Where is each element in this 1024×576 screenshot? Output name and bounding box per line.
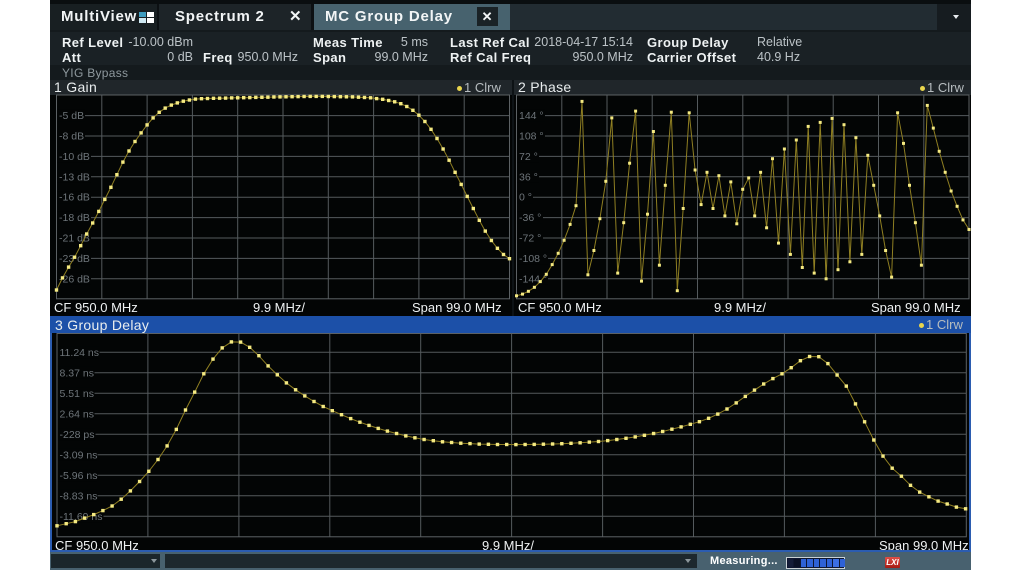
- svg-text:-18 dB: -18 dB: [59, 212, 90, 224]
- svg-text:-11.69 ns: -11.69 ns: [60, 511, 103, 523]
- svg-text:-13 dB: -13 dB: [59, 171, 90, 183]
- svg-text:-3.09 ns: -3.09 ns: [60, 449, 98, 461]
- svg-text:5.51 ns: 5.51 ns: [60, 388, 94, 400]
- svg-text:144 °: 144 °: [519, 110, 544, 122]
- svg-text:-36 °: -36 °: [519, 212, 541, 224]
- svg-text:-16 dB: -16 dB: [59, 192, 90, 204]
- svg-text:-108 °: -108 °: [519, 253, 547, 265]
- svg-text:108 °: 108 °: [519, 131, 544, 143]
- svg-text:-5.96 ns: -5.96 ns: [60, 470, 98, 482]
- svg-text:-144 °: -144 °: [519, 273, 547, 285]
- svg-text:2.64 ns: 2.64 ns: [60, 408, 94, 420]
- svg-text:-72 °: -72 °: [519, 233, 541, 245]
- svg-text:-8 dB: -8 dB: [59, 131, 84, 143]
- svg-text:-5 dB: -5 dB: [59, 110, 84, 122]
- svg-text:-228 ps: -228 ps: [60, 429, 95, 441]
- svg-text:0 °: 0 °: [519, 192, 532, 204]
- svg-text:11.24 ns: 11.24 ns: [60, 347, 100, 359]
- svg-text:36 °: 36 °: [519, 171, 538, 183]
- svg-text:8.37 ns: 8.37 ns: [60, 367, 94, 379]
- svg-text:72 °: 72 °: [519, 151, 538, 163]
- svg-text:-8.83 ns: -8.83 ns: [60, 490, 98, 502]
- svg-text:-10 dB: -10 dB: [59, 151, 90, 163]
